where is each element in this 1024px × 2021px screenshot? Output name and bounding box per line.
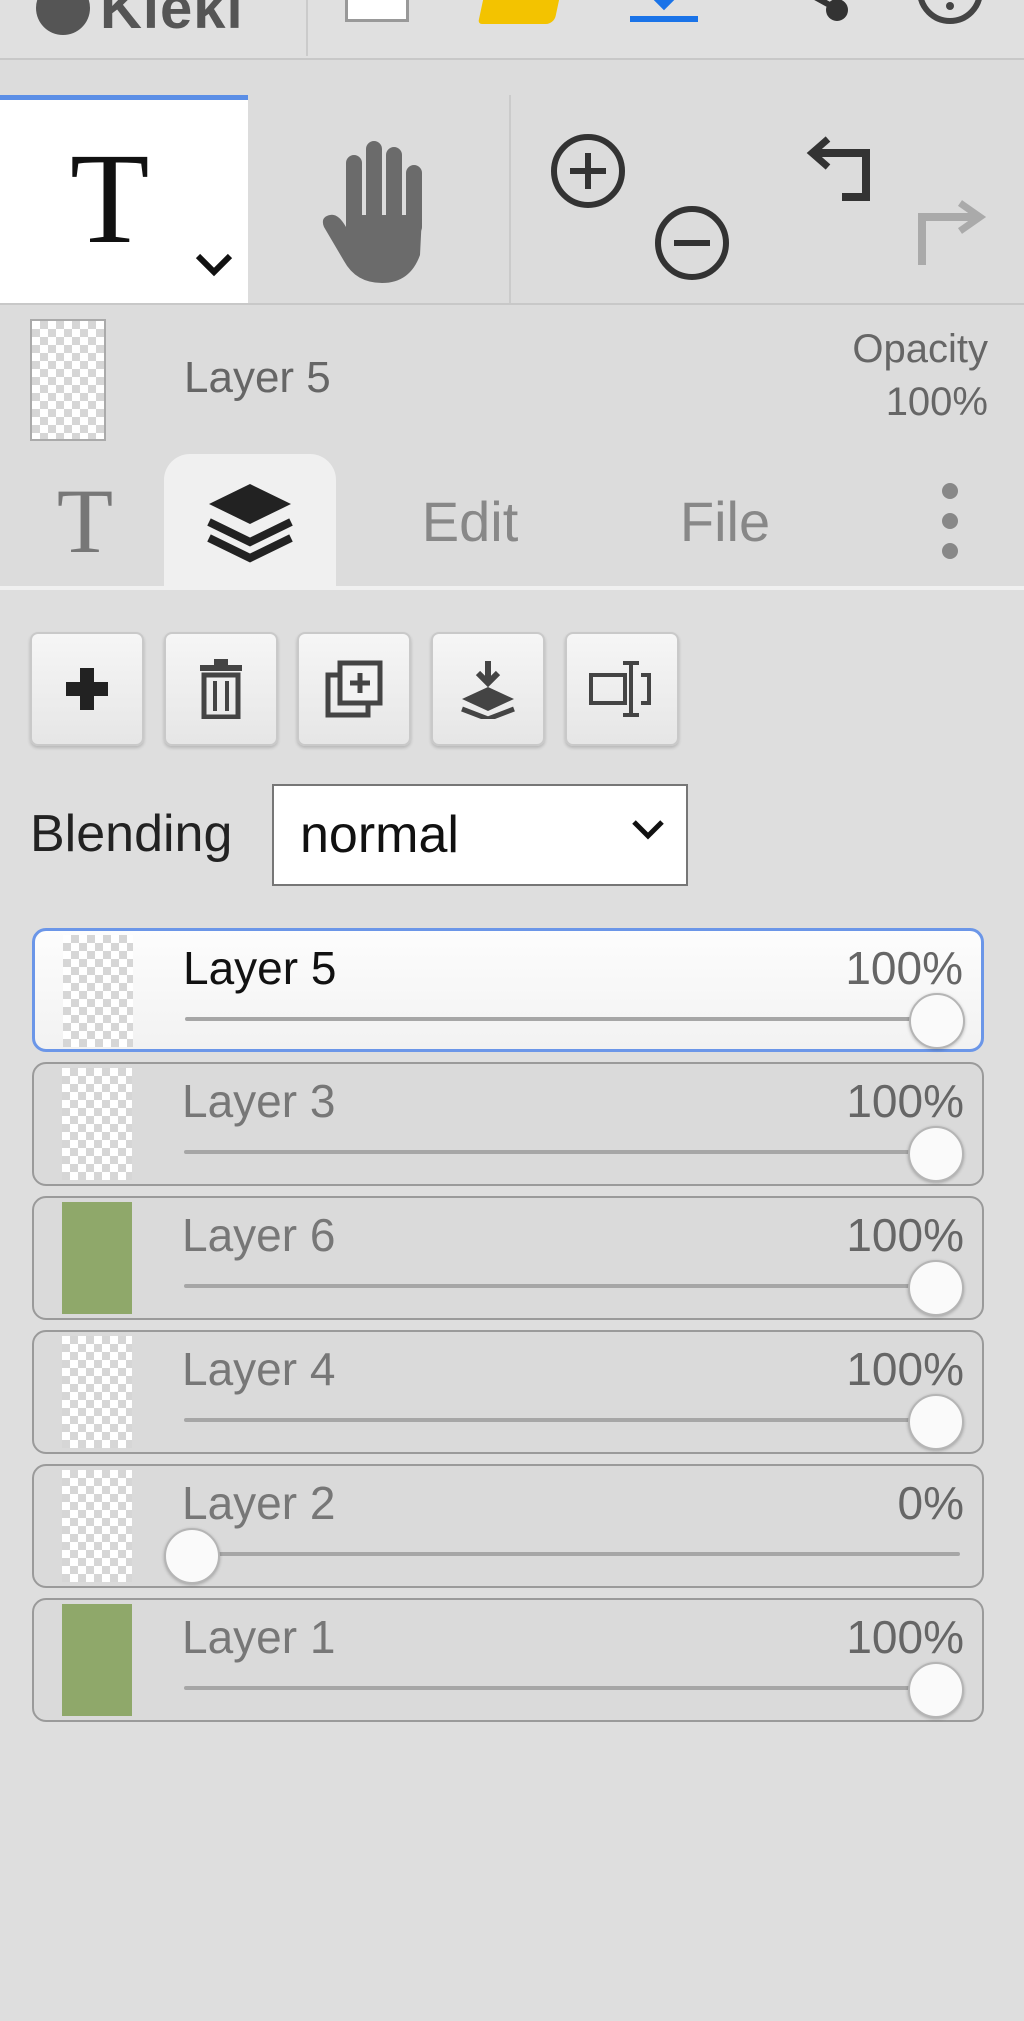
layer-row[interactable]: Layer 1 100% <box>32 1598 984 1722</box>
opacity-slider-handle[interactable] <box>164 1528 220 1584</box>
layer-name: Layer 3 <box>182 1075 336 1127</box>
more-vertical-icon <box>942 483 958 559</box>
opacity-slider-track[interactable] <box>184 1686 960 1690</box>
logo-mark-icon <box>36 0 90 35</box>
text-tab-icon: T <box>56 470 114 572</box>
opacity-value: 100% <box>885 380 988 424</box>
current-layer-info: Layer 5 Opacity 100% <box>0 305 1024 441</box>
help-icon[interactable] <box>908 0 992 36</box>
add-layer-button[interactable] <box>30 632 144 746</box>
blending-label: Blending <box>30 805 233 863</box>
opacity-slider-handle[interactable] <box>908 1126 964 1182</box>
divider <box>509 95 511 303</box>
layers-panel: Blending normal Layer 5 100% Layer 3 100% La… <box>0 590 1024 2021</box>
redo-icon[interactable] <box>908 195 988 275</box>
opacity-slider-handle[interactable] <box>908 1394 964 1450</box>
opacity-slider-track[interactable] <box>185 1017 959 1021</box>
zoom-in-icon[interactable] <box>548 131 628 211</box>
rename-layer-button[interactable] <box>565 632 679 746</box>
hand-tool-icon[interactable] <box>320 135 430 285</box>
opacity-slider-track[interactable] <box>184 1418 960 1422</box>
layer-opacity-percent: 100% <box>846 1343 964 1395</box>
blending-value: normal <box>300 806 459 864</box>
layer-thumbnail <box>62 1068 132 1180</box>
opacity-slider-track[interactable] <box>184 1284 960 1288</box>
app-title: Kleki <box>100 0 244 41</box>
delete-layer-button[interactable] <box>164 632 278 746</box>
layer-opacity-percent: 100% <box>846 1209 964 1261</box>
rename-icon <box>589 661 651 717</box>
layer-thumbnail <box>62 1202 132 1314</box>
tab-file[interactable]: File <box>660 452 790 590</box>
opacity-slider-handle[interactable] <box>908 1662 964 1718</box>
layer-thumbnail <box>62 1336 132 1448</box>
layer-opacity-percent: 100% <box>846 1611 964 1663</box>
duplicate-icon <box>325 660 383 718</box>
layer-row[interactable]: Layer 5 100% <box>32 928 984 1052</box>
share-icon[interactable] <box>785 0 855 36</box>
layer-name: Layer 4 <box>182 1343 336 1395</box>
opacity-label: Opacity <box>852 327 988 371</box>
top-toolbar: Kleki <box>0 0 1024 60</box>
layer-thumbnail <box>62 1604 132 1716</box>
merge-down-icon <box>461 661 515 719</box>
layer-row[interactable]: Layer 4 100% <box>32 1330 984 1454</box>
divider <box>306 0 308 56</box>
opacity-slider-handle[interactable] <box>908 1260 964 1316</box>
layer-name: Layer 2 <box>182 1477 336 1529</box>
duplicate-layer-button[interactable] <box>297 632 411 746</box>
tab-edit[interactable]: Edit <box>400 452 540 590</box>
tab-more[interactable] <box>920 452 980 590</box>
current-layer-name: Layer 5 <box>184 353 331 402</box>
text-tool-icon: T <box>70 127 150 271</box>
layer-name: Layer 5 <box>183 942 337 994</box>
layer-thumbnail <box>63 935 133 1047</box>
opacity-slider-handle[interactable] <box>909 993 965 1049</box>
chevron-down-icon <box>632 820 664 840</box>
layers-icon <box>207 484 293 563</box>
layer-name: Layer 6 <box>182 1209 336 1261</box>
text-tool-button[interactable]: T <box>0 95 248 303</box>
chevron-down-icon[interactable] <box>192 250 236 280</box>
layer-row[interactable]: Layer 6 100% <box>32 1196 984 1320</box>
layer-row[interactable]: Layer 3 100% <box>32 1062 984 1186</box>
layer-opacity-percent: 0% <box>897 1477 964 1529</box>
tab-layers[interactable] <box>164 454 336 590</box>
merge-down-button[interactable] <box>431 632 545 746</box>
tab-bar: T Edit File <box>0 440 1024 590</box>
undo-icon[interactable] <box>806 131 886 211</box>
opacity-slider-track[interactable] <box>184 1552 960 1556</box>
layer-thumbnail <box>62 1470 132 1582</box>
zoom-out-icon[interactable] <box>652 203 732 283</box>
tool-row: T <box>0 95 1024 305</box>
new-image-icon[interactable] <box>345 0 409 22</box>
opacity-slider-track[interactable] <box>184 1150 960 1154</box>
open-folder-icon[interactable] <box>477 0 563 24</box>
trash-icon <box>200 659 242 719</box>
current-layer-thumbnail <box>30 319 106 441</box>
download-icon[interactable] <box>628 0 700 36</box>
app-logo: Kleki <box>36 0 286 41</box>
layer-row[interactable]: Layer 2 0% <box>32 1464 984 1588</box>
layer-opacity-percent: 100% <box>845 942 963 994</box>
layer-opacity-percent: 100% <box>846 1075 964 1127</box>
plus-icon <box>66 668 108 710</box>
blending-select[interactable]: normal <box>272 784 688 886</box>
layer-name: Layer 1 <box>182 1611 336 1663</box>
tab-text[interactable]: T <box>30 452 140 590</box>
